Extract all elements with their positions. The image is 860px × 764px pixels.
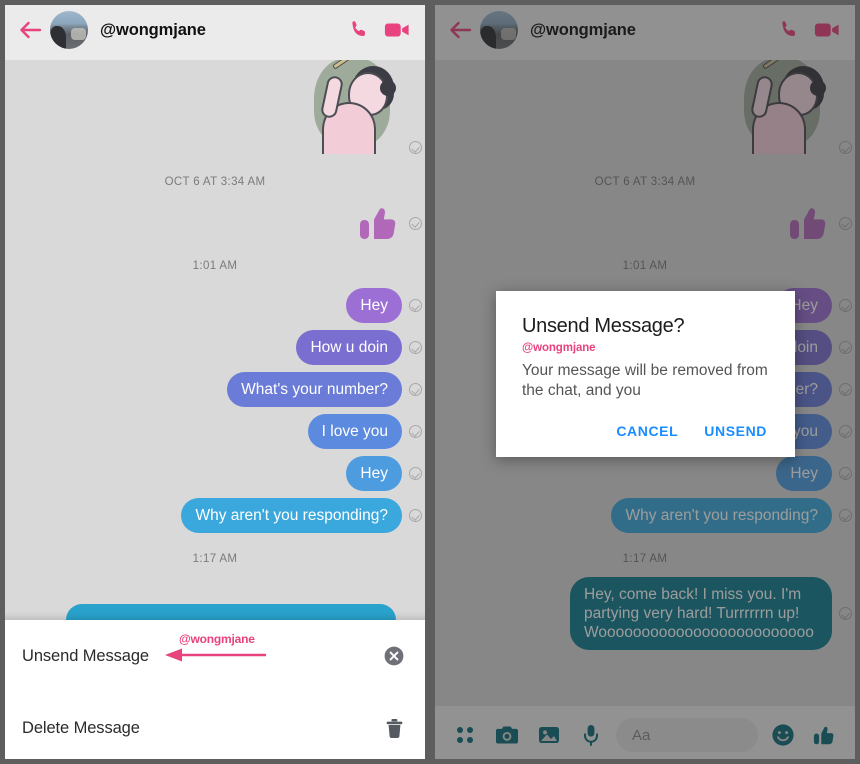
message-bubble[interactable]: What's your number? xyxy=(227,372,402,407)
delivered-icon xyxy=(409,216,422,230)
video-camera-icon[interactable] xyxy=(378,11,416,49)
action-label: Unsend Message xyxy=(22,646,150,665)
unsend-button[interactable]: UNSEND xyxy=(704,423,767,439)
dialog-body: Your message will be removed from the ch… xyxy=(522,362,768,399)
message-row[interactable]: I love you xyxy=(0,414,430,449)
message-row[interactable]: Hey xyxy=(0,288,430,323)
dialog-actions: CANCEL UNSEND xyxy=(522,423,769,439)
message-bubble[interactable]: Hey xyxy=(346,456,402,491)
sticker-message[interactable] xyxy=(0,58,430,154)
cancel-button[interactable]: CANCEL xyxy=(616,423,678,439)
delivered-icon xyxy=(409,425,422,438)
delivered-icon xyxy=(409,299,422,312)
dialog-watermark: @wongmjane xyxy=(522,342,596,354)
avatar[interactable] xyxy=(50,11,88,49)
left-phone-panel: @wongmjane OCT 6 AT 3:34 AM 1:01 AM Hey … xyxy=(0,0,430,764)
message-row[interactable]: Why aren't you responding? xyxy=(0,498,430,533)
message-row[interactable]: What's your number? xyxy=(0,372,430,407)
delivered-icon xyxy=(409,141,422,154)
emoji-message[interactable] xyxy=(0,202,430,244)
action-unsend-message[interactable]: Unsend Message @wongmjane xyxy=(0,620,430,692)
back-button[interactable] xyxy=(14,13,48,47)
message-bubble[interactable]: How u doin xyxy=(296,330,402,365)
action-delete-message[interactable]: Delete Message xyxy=(0,692,430,764)
timestamp: OCT 6 AT 3:34 AM xyxy=(164,176,266,188)
message-row[interactable]: Hey xyxy=(0,456,430,491)
phone-icon[interactable] xyxy=(340,11,378,49)
message-row[interactable]: How u doin xyxy=(0,330,430,365)
annotation-label: @wongmjane xyxy=(179,632,255,646)
timestamp: 1:17 AM xyxy=(192,553,238,565)
page-title: @wongmjane xyxy=(100,20,206,39)
thumbs-up-emoji xyxy=(358,202,402,244)
message-bubble[interactable]: I love you xyxy=(307,414,402,449)
sticker-image xyxy=(302,58,402,154)
delivered-icon xyxy=(409,509,422,522)
chat-header: @wongmjane xyxy=(0,0,430,60)
action-label: Delete Message xyxy=(22,718,140,737)
delivered-icon xyxy=(409,341,422,354)
delivered-icon xyxy=(409,383,422,396)
partially-hidden-message-bubble xyxy=(66,604,396,620)
timestamp: 1:01 AM xyxy=(192,260,238,272)
annotation-arrow: @wongmjane xyxy=(163,632,278,668)
message-action-sheet: Unsend Message @wongmjane Delete Message xyxy=(0,620,430,764)
message-bubble[interactable]: Why aren't you responding? xyxy=(181,498,402,533)
delivered-icon xyxy=(409,467,422,480)
message-bubble[interactable]: Hey xyxy=(346,288,402,323)
trash-icon[interactable] xyxy=(380,714,408,742)
right-phone-panel: @wongmjane OCT 6 AT 3:34 AM 1:01 AM Hey … xyxy=(430,0,860,764)
close-circle-icon[interactable] xyxy=(380,642,408,670)
dual-screenshot-stage: @wongmjane OCT 6 AT 3:34 AM 1:01 AM Hey … xyxy=(0,0,860,764)
unsend-confirm-dialog: Unsend Message? @wongmjane Your message … xyxy=(496,291,795,457)
dialog-title: Unsend Message? xyxy=(522,315,685,337)
